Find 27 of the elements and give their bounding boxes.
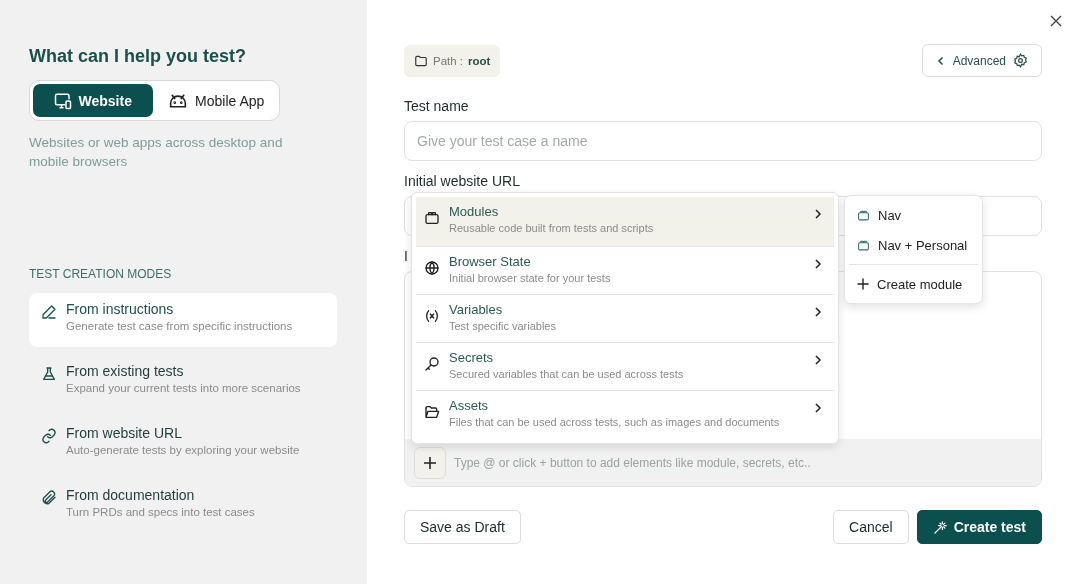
sidebar-title: What can I help you test? <box>29 46 248 67</box>
menu-item-subtitle: Initial browser state for your tests <box>449 272 612 284</box>
instructions-hint: Type @ or click + button to add elements like module, secrets, etc.. <box>454 455 811 470</box>
mode-subtitle: Generate test case from specific instructions <box>66 320 293 332</box>
mode-subtitle: Turn PRDs and specs into test cases <box>66 506 255 518</box>
field-label: Test name <box>404 98 469 114</box>
mode-subtitle: Auto-generate tests by exploring your website <box>66 444 300 456</box>
menu-item-title: Assets <box>449 398 489 413</box>
path-label: Path : <box>433 54 464 67</box>
menu-item-title: Modules <box>449 204 500 219</box>
platform-description: Websites or web apps across desktop and mobile browsers <box>29 134 284 171</box>
menu-item-title: Browser State <box>449 254 532 269</box>
mode-title: From instructions <box>66 301 175 317</box>
menu-item-title: Variables <box>449 302 504 317</box>
field-label: I <box>404 248 408 264</box>
mode-title: From website URL <box>66 425 183 441</box>
mode-subtitle: Expand your current tests into more scenarios <box>66 382 301 394</box>
mode-title: From existing tests <box>66 363 185 379</box>
menu-item-subtitle: Files that can be used across tests, such as images and documents <box>449 416 781 428</box>
menu-item-subtitle: Reusable code built from tests and scripts <box>449 222 655 234</box>
menu-item-subtitle: Secured variables that can be used across tests <box>449 368 685 380</box>
menu-item-title: Secrets <box>449 350 495 365</box>
mode-title: From documentation <box>66 487 196 503</box>
field-label: Initial website URL <box>404 173 520 189</box>
menu-item-subtitle: Test specific variables <box>449 320 557 332</box>
section-label: TEST CREATION MODES <box>29 267 173 281</box>
path-value: root <box>468 54 491 67</box>
